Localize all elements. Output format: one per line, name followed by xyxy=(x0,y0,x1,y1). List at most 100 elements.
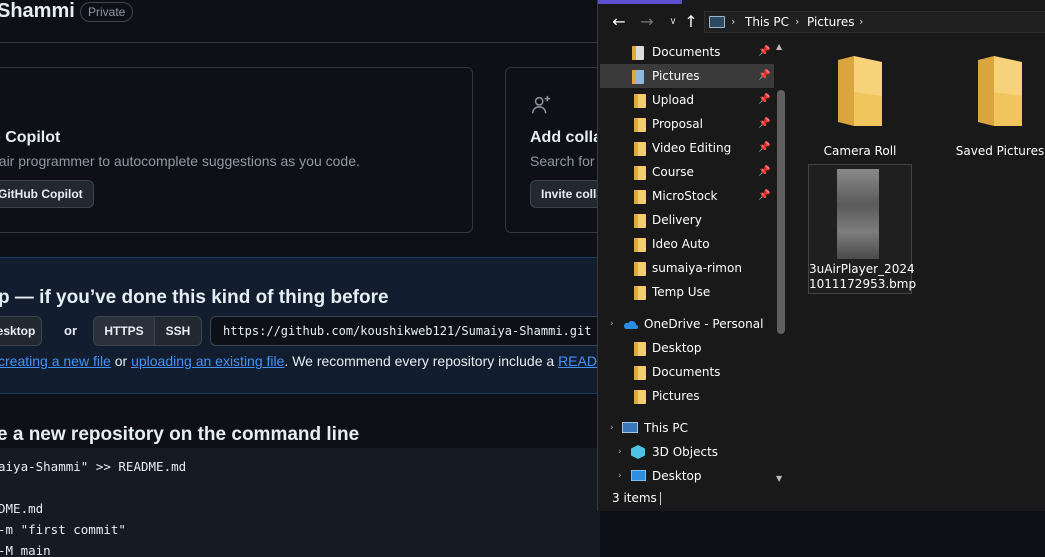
nav-label: MicroStock xyxy=(652,189,718,203)
folder-icon xyxy=(634,142,646,156)
chevron-right-icon[interactable]: › xyxy=(795,12,799,32)
nav-label: Documents xyxy=(652,365,721,379)
file-explorer-window: ← → ∨ ↑ › This PC › Pictures › Documents… xyxy=(597,0,1045,511)
file-list: Camera Roll Saved Pictures 3uAirPlayer_2… xyxy=(790,40,1045,486)
status-divider xyxy=(660,492,661,505)
chevron-right-icon[interactable]: › xyxy=(618,440,622,464)
desktop-icon xyxy=(631,470,646,481)
code-line: -m "first commit" xyxy=(0,522,126,537)
item-count: 3 items xyxy=(612,491,657,505)
navigation-scrollbar[interactable]: ▲ ▼ xyxy=(774,40,788,486)
command-line-title: e a new repository on the command line xyxy=(0,424,360,445)
nav-label: Ideo Auto xyxy=(652,237,710,251)
nav-label: Documents xyxy=(652,45,721,59)
nav-label: sumaiya-rimon xyxy=(652,261,742,275)
quick-setup-section: p — if you’ve done this kind of thing be… xyxy=(0,257,610,394)
nav-item-upload[interactable]: Upload 📌 xyxy=(598,88,774,112)
or-separator: or xyxy=(110,353,132,369)
set-up-in-desktop-button[interactable]: esktop xyxy=(0,316,42,346)
chevron-right-icon[interactable]: › xyxy=(610,416,614,440)
upload-file-link[interactable]: uploading an existing file xyxy=(131,353,284,369)
collaborator-card-title: Add colla xyxy=(530,129,603,146)
nav-label: Proposal xyxy=(652,117,703,131)
copilot-button[interactable]: GitHub Copilot xyxy=(0,180,94,208)
create-new-file-link[interactable]: creating a new file xyxy=(0,353,111,369)
nav-item-onedrive-documents[interactable]: Documents xyxy=(598,360,774,384)
onedrive-cloud-icon xyxy=(624,320,638,329)
nav-item-onedrive-pictures[interactable]: Pictures xyxy=(598,384,774,408)
https-button[interactable]: HTTPS xyxy=(93,316,155,346)
clone-url-input[interactable]: https://github.com/koushikweb121/Sumaiya… xyxy=(210,316,610,346)
nav-label: Upload xyxy=(652,93,695,107)
folder-icon xyxy=(634,190,646,204)
nav-label: Video Editing xyxy=(652,141,732,155)
nav-label: Pictures xyxy=(652,389,700,403)
chevron-right-icon[interactable]: › xyxy=(618,464,622,486)
nav-item-proposal[interactable]: Proposal 📌 xyxy=(598,112,774,136)
address-bar[interactable]: › This PC › Pictures › xyxy=(704,11,1045,33)
ssh-button[interactable]: SSH xyxy=(154,316,202,346)
folder-icon xyxy=(978,56,1022,126)
scrollbar-thumb[interactable] xyxy=(777,90,785,334)
folder-icon xyxy=(634,366,646,380)
nav-item-documents[interactable]: Documents 📌 xyxy=(598,40,774,64)
file-item-camera-roll[interactable]: Camera Roll xyxy=(808,54,912,162)
nav-item-onedrive-desktop[interactable]: Desktop xyxy=(598,336,774,360)
file-name: Saved Pictures xyxy=(955,144,1045,158)
nav-item-course[interactable]: Course 📌 xyxy=(598,160,774,184)
nav-item-video-editing[interactable]: Video Editing 📌 xyxy=(598,136,774,160)
folder-icon xyxy=(634,214,646,228)
status-bar: 3 items xyxy=(598,486,1045,511)
nav-item-pictures[interactable]: Pictures 📌 xyxy=(600,64,774,88)
quick-setup-title: p — if you’ve done this kind of thing be… xyxy=(0,287,389,308)
pin-icon: 📌 xyxy=(758,190,771,201)
nav-label: Temp Use xyxy=(652,285,711,299)
folder-icon xyxy=(634,166,646,180)
nav-item-onedrive[interactable]: › OneDrive - Personal xyxy=(598,312,774,336)
chevron-right-icon[interactable]: › xyxy=(610,312,614,336)
pin-icon: 📌 xyxy=(758,118,771,129)
documents-icon xyxy=(632,46,644,60)
divider xyxy=(0,42,600,43)
nav-item-temp-use[interactable]: Temp Use xyxy=(598,280,774,304)
pc-icon xyxy=(709,16,725,28)
nav-item-microstock[interactable]: MicroStock 📌 xyxy=(598,184,774,208)
chevron-right-icon[interactable]: › xyxy=(731,12,735,32)
pin-icon: 📌 xyxy=(758,70,771,81)
breadcrumb-pictures[interactable]: Pictures xyxy=(807,12,855,32)
forward-arrow-icon[interactable]: → xyxy=(636,12,658,32)
nav-item-ideo-auto[interactable]: Ideo Auto xyxy=(598,232,774,256)
nav-label: Pictures xyxy=(652,69,700,83)
folder-icon xyxy=(634,390,646,404)
nav-item-sumaiya-rimon[interactable]: sumaiya-rimon xyxy=(598,256,774,280)
folder-icon xyxy=(634,342,646,356)
add-user-icon xyxy=(532,95,551,114)
file-name-line2: 1011172953.bmp xyxy=(809,277,917,291)
command-line-code-block: aiya-Shammi" >> README.md DME.md -m "fir… xyxy=(0,448,600,557)
file-item-bmp[interactable]: 3uAirPlayer_2024 1011172953.bmp xyxy=(808,164,917,294)
scroll-down-icon[interactable]: ▼ xyxy=(776,474,782,483)
chevron-right-icon[interactable]: › xyxy=(859,12,863,32)
back-arrow-icon[interactable]: ← xyxy=(608,12,630,32)
folder-icon xyxy=(634,262,646,276)
breadcrumb-this-pc[interactable]: This PC xyxy=(745,12,789,32)
nav-item-this-pc-desktop[interactable]: › Desktop xyxy=(598,464,774,486)
nav-item-delivery[interactable]: Delivery xyxy=(598,208,774,232)
nav-item-this-pc[interactable]: › This PC xyxy=(598,416,774,440)
recommend-text: . We recommend every repository include … xyxy=(284,353,559,369)
repo-title[interactable]: Shammi xyxy=(0,0,75,23)
navigation-pane: Documents 📌 Pictures 📌 Upload 📌 Proposal… xyxy=(598,40,788,486)
quick-setup-help-text: creating a new file or uploading an exis… xyxy=(0,353,609,369)
code-line: -M main xyxy=(0,543,51,557)
copilot-card-title: b Copilot xyxy=(0,129,61,146)
collaborator-card-description: Search for xyxy=(530,153,595,169)
file-item-saved-pictures[interactable]: Saved Pictures xyxy=(948,54,1045,162)
folder-icon xyxy=(838,56,882,126)
pin-icon: 📌 xyxy=(758,46,771,57)
desktop: Shammi Private b Copilot pair programmer… xyxy=(0,0,1045,557)
pin-icon: 📌 xyxy=(758,142,771,153)
up-arrow-icon[interactable]: ↑ xyxy=(680,12,702,32)
nav-label: Desktop xyxy=(652,469,702,483)
scroll-up-icon[interactable]: ▲ xyxy=(776,42,782,51)
nav-item-3d-objects[interactable]: › 3D Objects xyxy=(598,440,774,464)
